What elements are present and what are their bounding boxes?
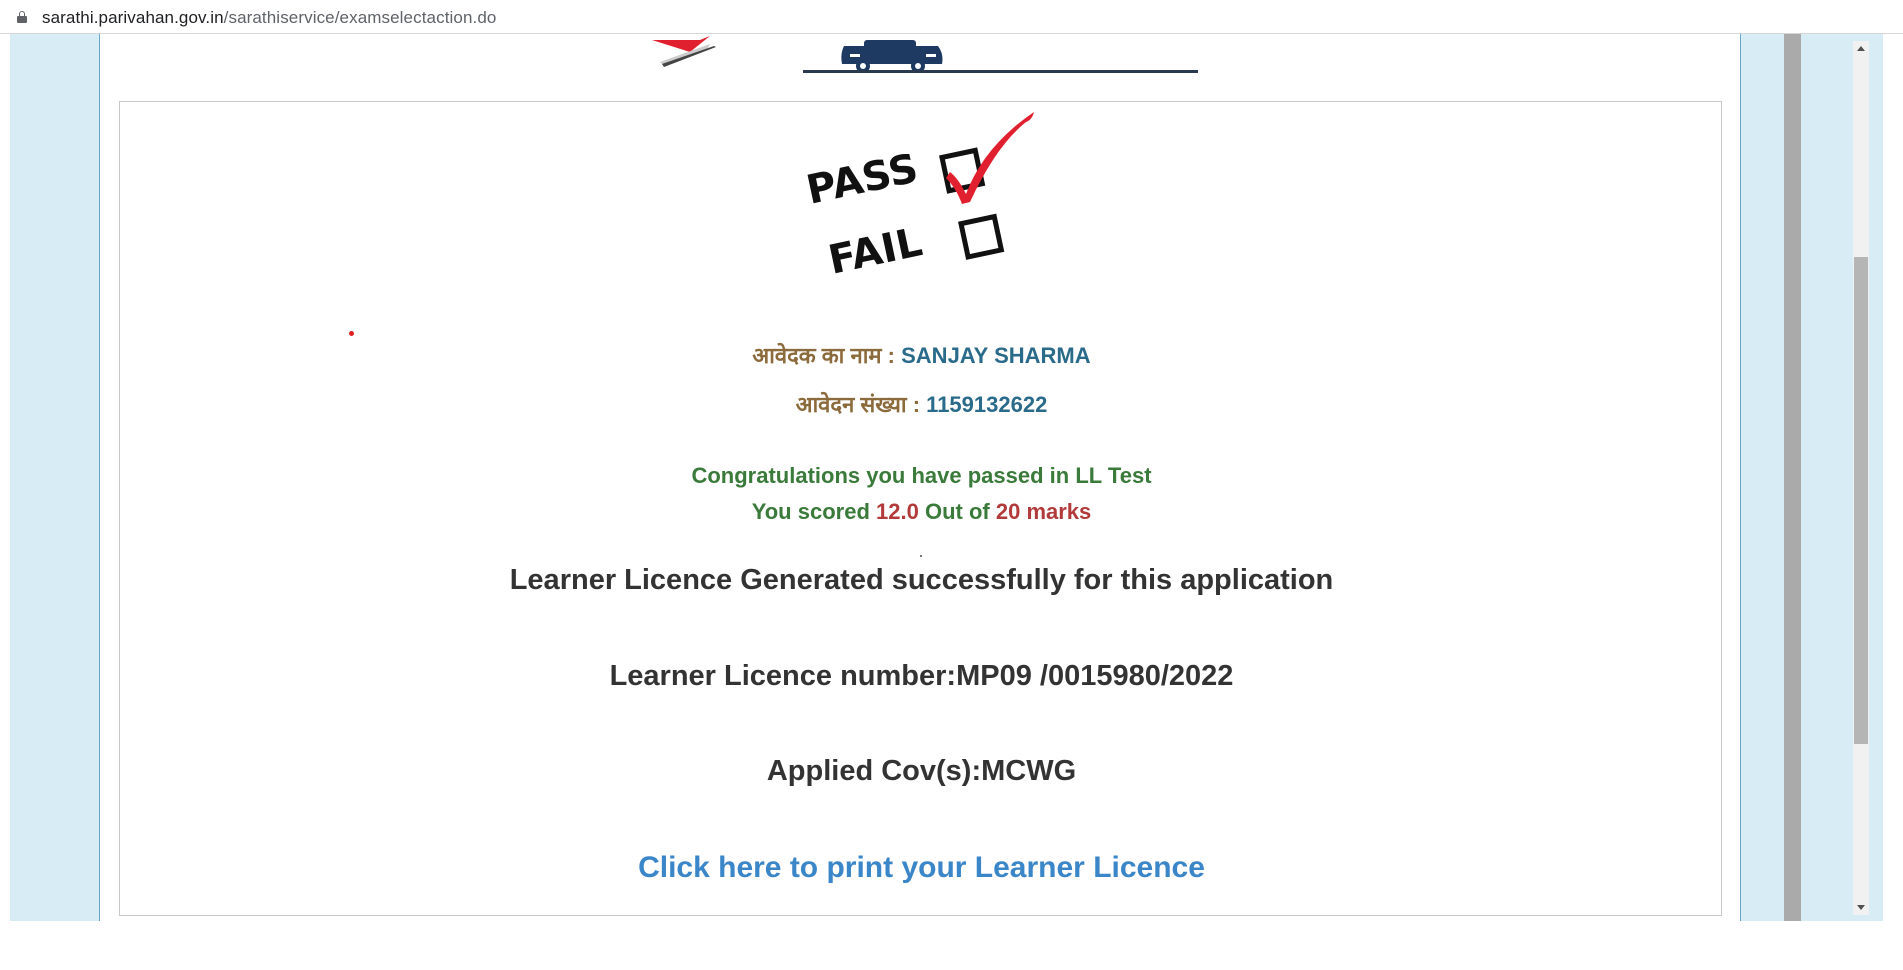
url-text[interactable]: sarathi.parivahan.gov.in/sarathiservice/… <box>42 8 496 28</box>
divider-dot <box>920 555 922 557</box>
application-number-row: आवेदन संख्या : 1159132622 <box>120 389 1723 419</box>
applicant-name-row: आवेदक का नाम : SANJAY SHARMA <box>120 340 1723 370</box>
pass-fail-illustration: PASS FAIL <box>803 112 1034 284</box>
fail-checkbox-icon <box>958 213 1005 260</box>
score-prefix: You scored <box>751 499 870 524</box>
left-side-panel <box>10 34 100 921</box>
lock-icon[interactable] <box>17 11 27 23</box>
window-bottom-strip <box>0 921 1903 970</box>
score-value: 12.0 <box>876 499 919 524</box>
banner-underline <box>803 70 1198 73</box>
right-side-divider <box>1784 34 1801 921</box>
fail-label: FAIL <box>825 219 927 284</box>
address-bar[interactable]: sarathi.parivahan.gov.in/sarathiservice/… <box>0 0 1903 34</box>
applicant-name-label: आवेदक का नाम : <box>752 343 895 368</box>
print-licence-link[interactable]: Click here to print your Learner Licence <box>120 851 1723 885</box>
score-middle: Out of <box>924 499 990 524</box>
score-line: You scored 12.0 Out of 20 marks <box>120 499 1723 525</box>
licence-generated-message: Learner Licence Generated successfully f… <box>509 564 1334 596</box>
learner-licence-number: Learner Licence number:MP09 /0015980/202… <box>609 660 1234 692</box>
applicant-name-value: SANJAY SHARMA <box>901 343 1091 368</box>
url-domain: sarathi.parivahan.gov.in <box>42 8 224 27</box>
exam-result-panel: PASS FAIL आवेदक का नाम : SANJAY SHARMA आ… <box>119 101 1722 916</box>
applied-cov: Applied Cov(s):MCWG <box>766 755 1077 787</box>
vertical-scrollbar[interactable] <box>1853 41 1869 915</box>
application-number-label: आवेदन संख्या : <box>795 392 921 417</box>
url-path: /sarathiservice/examselectaction.do <box>223 8 497 27</box>
car-icon <box>841 40 943 73</box>
pass-label: PASS <box>803 145 923 213</box>
congratulations-message: Congratulations you have passed in LL Te… <box>691 463 1152 488</box>
banner-logo-fragment <box>652 36 716 67</box>
decorative-dot <box>349 331 354 336</box>
score-total: 20 marks <box>995 499 1092 524</box>
application-number-value: 1159132622 <box>926 392 1048 417</box>
scroll-up-arrow-icon[interactable] <box>1853 41 1869 57</box>
scrollbar-thumb[interactable] <box>1854 257 1868 744</box>
page-viewport: PASS FAIL आवेदक का नाम : SANJAY SHARMA आ… <box>0 34 1883 921</box>
scroll-down-arrow-icon[interactable] <box>1853 899 1869 915</box>
